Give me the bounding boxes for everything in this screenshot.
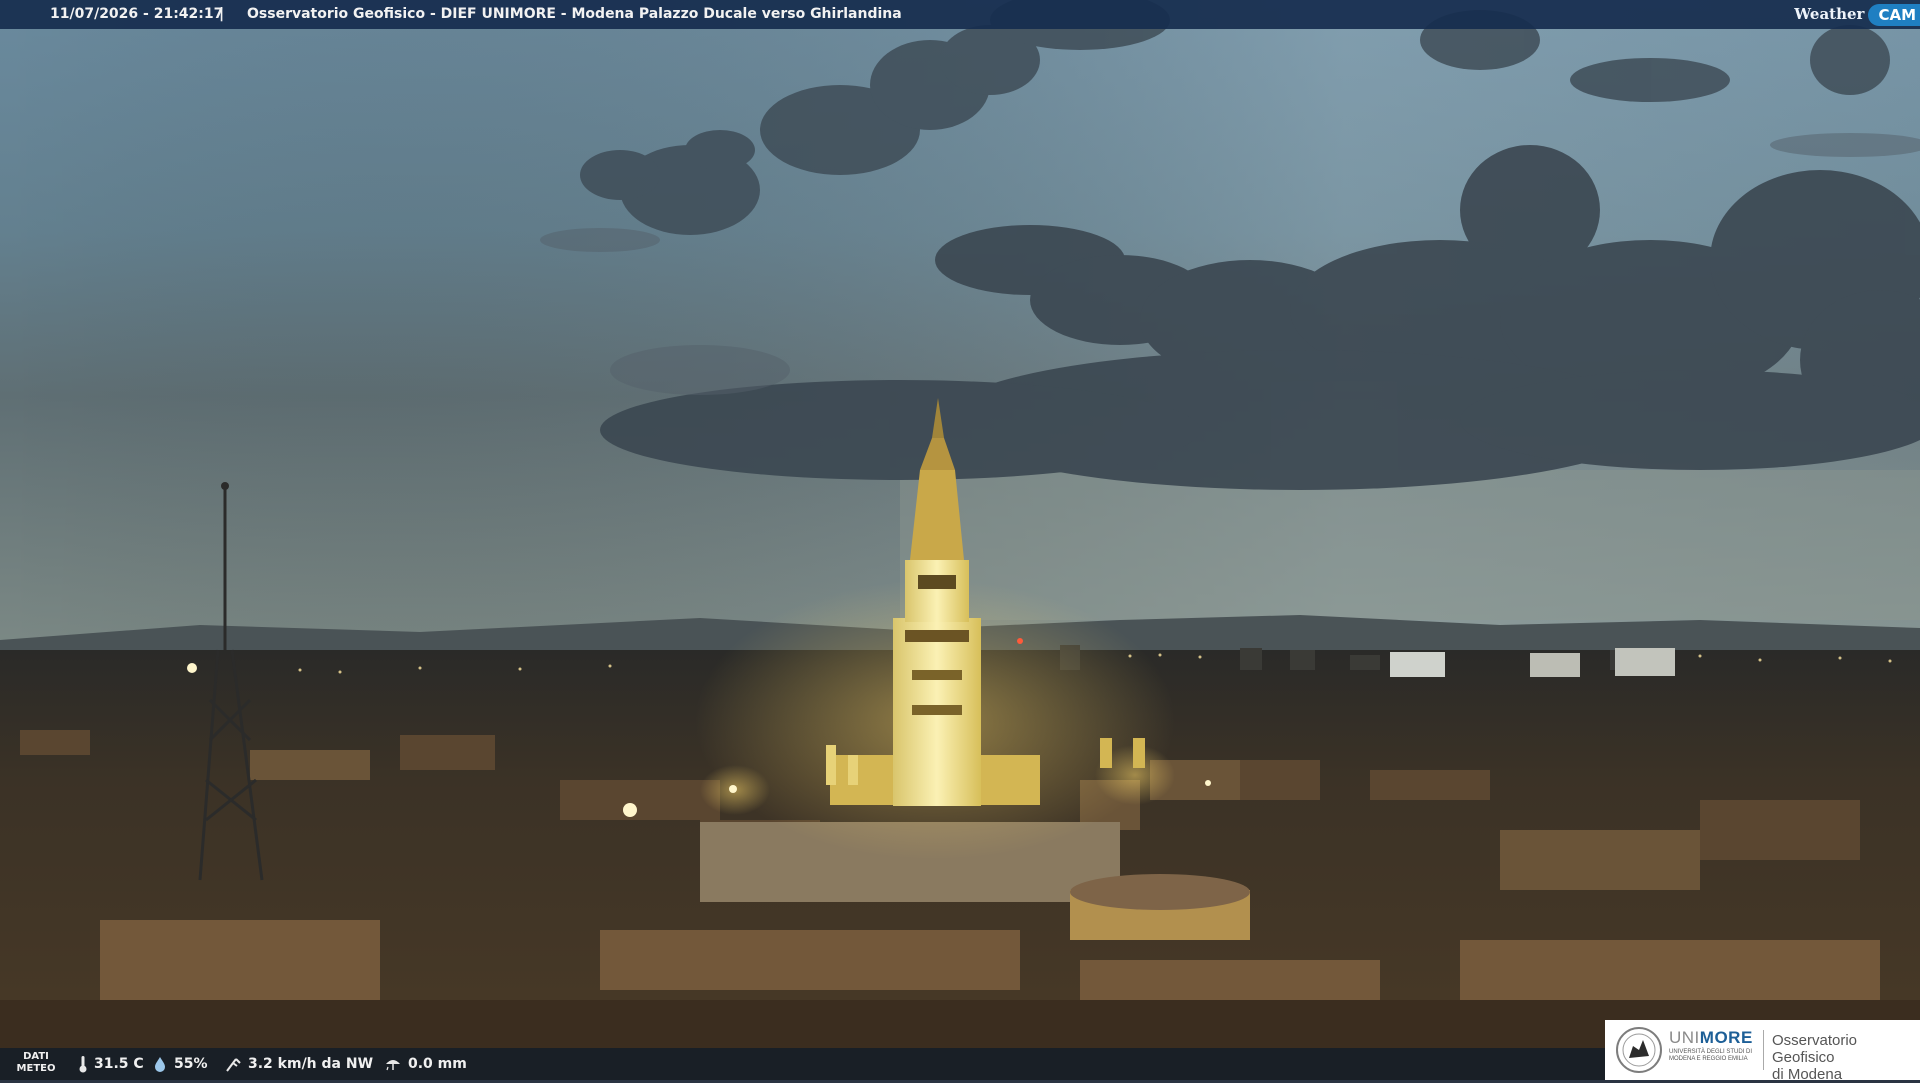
wind-value: 3.2 km/h da NW [248, 1056, 374, 1072]
humidity-drop-icon [155, 1057, 165, 1072]
temperature-reading: 31.5 C [78, 1048, 144, 1080]
unimore-subtitle: UNIVERSITÀ DEGLI STUDI DI MODENA E REGGI… [1669, 1049, 1753, 1062]
observatory-name-line1: Osservatorio Geofisico [1772, 1032, 1858, 1066]
weather-section-label-line1: DATI [23, 1051, 49, 1062]
unimore-name: UNIMORE [1669, 1028, 1753, 1048]
unimore-seal-icon [1616, 1027, 1662, 1073]
unimore-name-bold: MORE [1699, 1028, 1753, 1047]
weathercam-logo-cam: CAM [1868, 3, 1920, 26]
weathercam-logo-weather: Weather [1794, 5, 1865, 23]
weather-section-label-line2: METEO [16, 1063, 56, 1074]
observatory-name-line2: di Modena [1772, 1066, 1843, 1083]
unimore-name-light: UNI [1669, 1028, 1700, 1047]
webcam-scene [0, 0, 1920, 1080]
temperature-value: 31.5 C [94, 1056, 144, 1072]
rain-reading: 0.0 mm [384, 1048, 467, 1080]
weather-section-label: DATI METEO [14, 1051, 58, 1075]
rain-icon [386, 1060, 400, 1071]
wind-reading: 3.2 km/h da NW [224, 1048, 373, 1080]
unimore-logo: UNIMORE UNIVERSITÀ DEGLI STUDI DI MODENA… [1605, 1020, 1920, 1083]
thermometer-icon [79, 1056, 87, 1073]
weather-bar: DATI METEO 31.5 C 55% 3.2 km/h da NW 0.0… [0, 1048, 1605, 1080]
caption-separator: | [219, 6, 225, 22]
weathercam-logo: Weather CAM [1794, 0, 1920, 29]
logo-divider [1763, 1030, 1764, 1070]
timestamp: 11/07/2026 - 21:42:17 [50, 6, 224, 22]
wind-icon [226, 1058, 241, 1072]
caption-bar: 11/07/2026 - 21:42:17 | Osservatorio Geo… [0, 0, 1920, 29]
camera-title: Osservatorio Geofisico - DIEF UNIMORE - … [247, 6, 902, 22]
humidity-value: 55% [174, 1056, 208, 1072]
rain-value: 0.0 mm [408, 1056, 467, 1072]
humidity-reading: 55% [152, 1048, 208, 1080]
observatory-name: Osservatorio Geofisico di Modena [1772, 1032, 1917, 1083]
